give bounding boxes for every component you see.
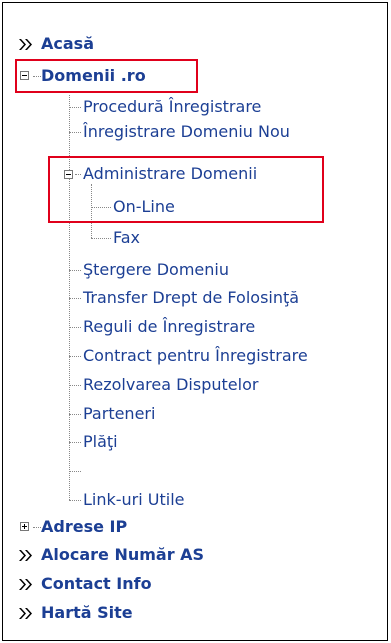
navigation-menu: Acasă Domenii .ro Procedură Înregistrare… [2,2,388,641]
tree-connector [91,238,111,239]
menu-item-acasa[interactable]: Acasă [41,33,94,55]
menu-item-contact-info[interactable]: Contact Info [41,573,152,595]
menu-item-adrese-ip[interactable]: Adrese IP [41,516,127,538]
menu-item-procedura-inregistrare[interactable]: Procedură Înregistrare [83,96,261,118]
menu-item-parteneri[interactable]: Parteneri [83,403,155,425]
tree-connector [69,414,81,415]
double-arrow-icon [19,602,35,624]
tree-connector [69,500,81,501]
tree-connector [69,298,81,299]
menu-item-alocare-numar-as[interactable]: Alocare Număr AS [41,544,204,566]
tree-connector [69,132,81,133]
menu-item-plati[interactable]: Plăţi [83,431,118,453]
double-arrow-icon [19,544,35,566]
menu-item-contract-inregistrare[interactable]: Contract pentru Înregistrare [83,345,308,367]
tree-connector [69,442,81,443]
menu-item-fax[interactable]: Fax [113,227,140,249]
highlight-box [48,156,324,223]
double-arrow-icon [19,33,35,55]
tree-connector [69,385,81,386]
tree-connector [69,471,81,472]
expand-toggle-icon[interactable] [20,522,29,531]
highlight-box [15,59,198,93]
menu-item-harta-site[interactable]: Hartă Site [41,602,133,624]
menu-item-transfer-drept[interactable]: Transfer Drept de Folosinţă [83,287,299,309]
menu-item-rezolvarea-disputelor[interactable]: Rezolvarea Disputelor [83,374,258,396]
tree-connector [69,270,81,271]
menu-item-stergere-domeniu[interactable]: Ştergere Domeniu [83,259,229,281]
menu-item-link-uri-utile[interactable]: Link-uri Utile [83,489,185,511]
double-arrow-icon [19,573,35,595]
tree-connector [33,527,41,528]
tree-connector [69,327,81,328]
menu-item-inregistrare-domeniu-nou[interactable]: Înregistrare Domeniu Nou [83,121,290,143]
tree-connector [69,107,81,108]
menu-item-reguli-inregistrare[interactable]: Reguli de Înregistrare [83,316,255,338]
tree-connector [69,356,81,357]
